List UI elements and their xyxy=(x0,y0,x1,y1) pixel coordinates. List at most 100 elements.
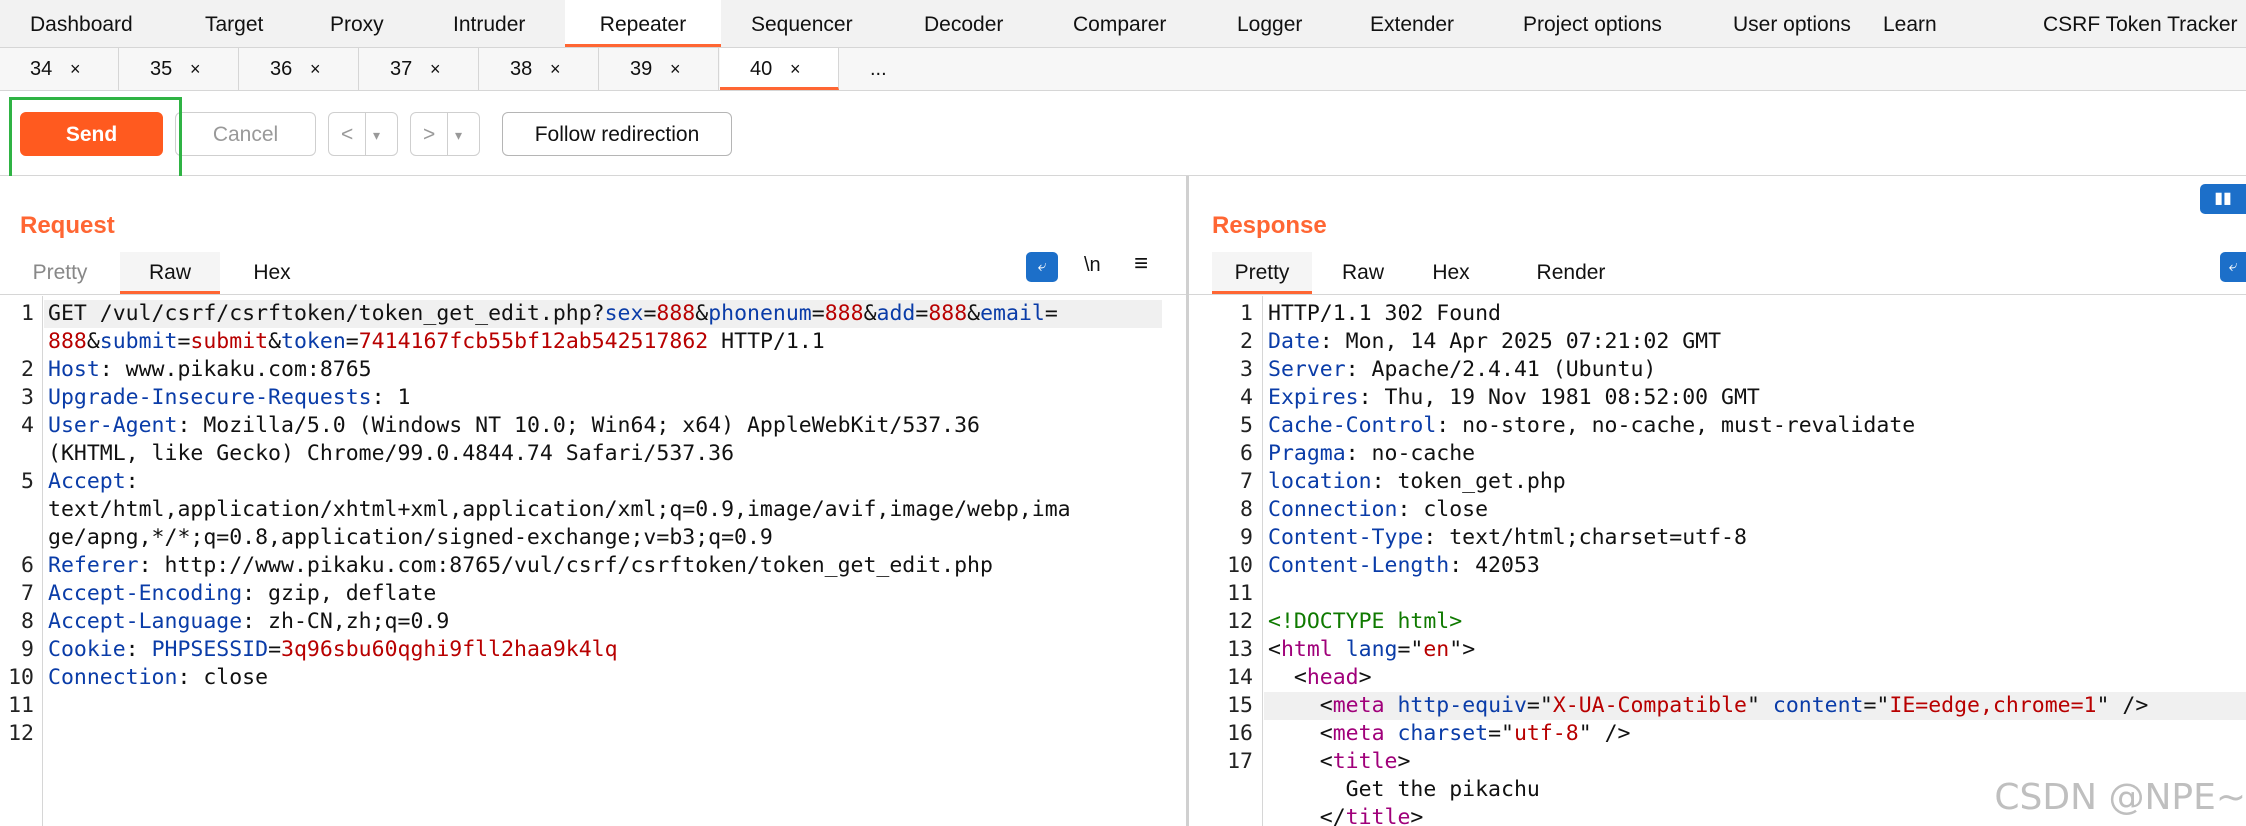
top-tab-user-options[interactable]: User options xyxy=(1733,0,1851,47)
back-dropdown-icon[interactable]: ▾ xyxy=(373,113,380,157)
code-line: Accept-Language: zh-CN,zh;q=0.9 xyxy=(48,608,1071,636)
top-tab-learn[interactable]: Learn xyxy=(1883,0,1937,47)
top-tab-repeater[interactable]: Repeater xyxy=(565,0,721,47)
send-highlight-box xyxy=(9,97,182,180)
line-number: 12 xyxy=(8,721,34,746)
follow-redirection-button[interactable]: Follow redirection xyxy=(502,112,732,156)
code-token: > xyxy=(1410,805,1424,826)
repeater-tab-34[interactable]: 34 × xyxy=(0,48,119,90)
top-tab-comparer[interactable]: Comparer xyxy=(1073,0,1166,47)
line-number: 13 xyxy=(1227,637,1253,662)
close-icon[interactable]: × xyxy=(70,48,81,90)
code-token: : Thu, 19 Nov 1981 08:52:00 GMT xyxy=(1358,385,1760,410)
request-tab-raw[interactable]: Raw xyxy=(120,252,220,294)
code-token: : 42053 xyxy=(1449,553,1540,578)
code-token: Pragma xyxy=(1268,441,1346,466)
code-token: User-Agent xyxy=(48,413,178,438)
code-token: = xyxy=(177,329,191,354)
top-tab-extender[interactable]: Extender xyxy=(1370,0,1454,47)
code-token: < xyxy=(1268,693,1333,718)
code-token: 7414167fcb55bf12ab542517862 xyxy=(358,329,709,354)
request-tab-hex[interactable]: Hex xyxy=(232,252,312,294)
code-token: Date xyxy=(1268,329,1320,354)
request-editor[interactable]: GET /vul/csrf/csrftoken/token_get_edit.p… xyxy=(48,300,1071,748)
code-token: : Mozilla/5.0 (Windows NT 10.0; Win64; x… xyxy=(177,413,980,438)
more-tabs-button[interactable]: ... xyxy=(840,48,920,90)
response-tab-pretty[interactable]: Pretty xyxy=(1212,252,1312,294)
repeater-tab-36[interactable]: 36 × xyxy=(240,48,359,90)
repeater-tab-40[interactable]: 40 × xyxy=(720,48,839,90)
request-tab-pretty[interactable]: Pretty xyxy=(20,252,100,294)
code-token: title xyxy=(1332,749,1398,774)
code-token: : close xyxy=(1397,497,1489,522)
top-tab-project-options[interactable]: Project options xyxy=(1523,0,1662,47)
show-newlines-icon[interactable]: \n xyxy=(1084,254,1101,277)
code-token: location xyxy=(1268,469,1372,494)
menu-icon[interactable]: ≡ xyxy=(1134,250,1148,278)
code-token: Upgrade-Insecure-Requests xyxy=(48,385,372,410)
code-token: Accept xyxy=(48,469,126,494)
line-number: 11 xyxy=(8,693,34,718)
layout-toggle-icon[interactable]: ▮▮ xyxy=(2200,184,2246,214)
code-token: 3q96sbu60qghi9fll2haa9k4lq xyxy=(281,637,618,662)
code-token: & xyxy=(863,301,877,326)
code-line: <html lang="en"> xyxy=(1268,636,2148,664)
response-tab-render[interactable]: Render xyxy=(1521,252,1621,294)
close-icon[interactable]: × xyxy=(670,48,681,90)
code-token: lang xyxy=(1345,637,1398,662)
top-tab-proxy[interactable]: Proxy xyxy=(330,0,384,47)
code-token: Content-Type xyxy=(1268,525,1424,550)
close-icon[interactable]: × xyxy=(190,48,201,90)
line-number: 5 xyxy=(1240,413,1253,438)
top-tab-csrf-token-tracker[interactable]: CSRF Token Tracker xyxy=(2043,0,2238,47)
line-number: 11 xyxy=(1227,581,1253,606)
code-line: (KHTML, like Gecko) Chrome/99.0.4844.74 … xyxy=(48,440,1071,468)
repeater-tab-label: 39 xyxy=(630,58,653,80)
top-tab-logger[interactable]: Logger xyxy=(1237,0,1302,47)
code-token: en xyxy=(1423,637,1450,662)
code-token: Cookie xyxy=(48,637,126,662)
response-viewer[interactable]: HTTP/1.1 302 Found Date: Mon, 14 Apr 2025… xyxy=(1268,300,2148,826)
code-token: Connection xyxy=(48,665,178,690)
line-number: 8 xyxy=(1240,497,1253,522)
code-token: submit xyxy=(190,329,269,354)
code-line: Server: Apache/2.4.41 (Ubuntu) xyxy=(1268,356,2148,384)
repeater-tab-label: 37 xyxy=(390,58,413,80)
top-tab-dashboard[interactable]: Dashboard xyxy=(30,0,133,47)
word-wrap-icon[interactable]: ⤶ xyxy=(2220,252,2246,282)
code-line: Date: Mon, 14 Apr 2025 07:21:02 GMT xyxy=(1268,328,2148,356)
top-tab-sequencer[interactable]: Sequencer xyxy=(751,0,853,47)
line-number: 1 xyxy=(21,301,34,326)
response-tab-hex[interactable]: Hex xyxy=(1411,252,1491,294)
cancel-button[interactable]: Cancel xyxy=(175,112,316,156)
code-token: : http://www.pikaku.com:8765/vul/csrf/cs… xyxy=(138,553,993,578)
split-divider xyxy=(365,113,366,155)
code-token: : no-store, no-cache, must-revalidate xyxy=(1436,413,1916,438)
repeater-tab-35[interactable]: 35 × xyxy=(120,48,239,90)
top-tab-target[interactable]: Target xyxy=(205,0,263,47)
close-icon[interactable]: × xyxy=(790,48,801,90)
code-line: <meta charset="utf-8" /> xyxy=(1268,720,2148,748)
repeater-tab-label: 36 xyxy=(270,58,293,80)
line-number: 2 xyxy=(1240,329,1253,354)
top-tab-decoder[interactable]: Decoder xyxy=(924,0,1003,47)
response-tab-raw[interactable]: Raw xyxy=(1323,252,1403,294)
code-line: <meta http-equiv="X-UA-Compatible" conte… xyxy=(1268,692,2149,720)
history-forward-button[interactable]: > ▾ xyxy=(410,112,480,156)
line-number: 6 xyxy=(1240,441,1253,466)
repeater-tab-37[interactable]: 37 × xyxy=(360,48,479,90)
word-wrap-icon[interactable]: ⤶ xyxy=(1026,252,1058,282)
code-line: Expires: Thu, 19 Nov 1981 08:52:00 GMT xyxy=(1268,384,2148,412)
line-number: 8 xyxy=(21,609,34,634)
close-icon[interactable]: × xyxy=(310,48,321,90)
close-icon[interactable]: × xyxy=(430,48,441,90)
history-back-button[interactable]: < ▾ xyxy=(328,112,398,156)
code-token: Accept-Language xyxy=(48,609,243,634)
repeater-tab-38[interactable]: 38 × xyxy=(480,48,599,90)
top-tab-intruder[interactable]: Intruder xyxy=(453,0,525,47)
repeater-tab-39[interactable]: 39 × xyxy=(600,48,719,90)
forward-dropdown-icon[interactable]: ▾ xyxy=(455,113,462,157)
code-token: Server xyxy=(1268,357,1346,382)
close-icon[interactable]: × xyxy=(550,48,561,90)
